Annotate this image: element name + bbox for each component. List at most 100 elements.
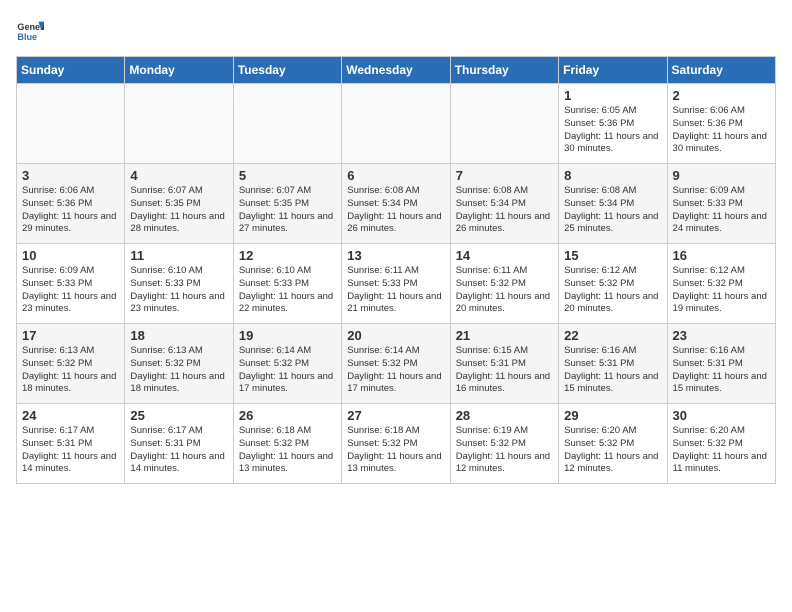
day-info: Sunrise: 6:07 AM Sunset: 5:35 PM Dayligh… — [239, 185, 336, 236]
day-info: Sunrise: 6:08 AM Sunset: 5:34 PM Dayligh… — [456, 185, 553, 236]
logo-icon: General Blue — [16, 16, 44, 44]
calendar-day-cell: 24 Sunrise: 6:17 AM Sunset: 5:31 PM Dayli… — [17, 404, 125, 484]
calendar-header-cell: Sunday — [17, 57, 125, 84]
day-number: 22 — [564, 328, 661, 343]
calendar-day-cell: 6 Sunrise: 6:08 AM Sunset: 5:34 PM Daylig… — [342, 164, 450, 244]
day-number: 29 — [564, 408, 661, 423]
day-number: 30 — [673, 408, 770, 423]
day-info: Sunrise: 6:16 AM Sunset: 5:31 PM Dayligh… — [673, 345, 770, 396]
day-number: 16 — [673, 248, 770, 263]
calendar-day-cell: 11 Sunrise: 6:10 AM Sunset: 5:33 PM Dayli… — [125, 244, 233, 324]
day-info: Sunrise: 6:20 AM Sunset: 5:32 PM Dayligh… — [564, 425, 661, 476]
page-header: General Blue — [16, 16, 776, 44]
day-info: Sunrise: 6:12 AM Sunset: 5:32 PM Dayligh… — [673, 265, 770, 316]
calendar-week-row: 10 Sunrise: 6:09 AM Sunset: 5:33 PM Dayli… — [17, 244, 776, 324]
day-number: 3 — [22, 168, 119, 183]
day-info: Sunrise: 6:13 AM Sunset: 5:32 PM Dayligh… — [22, 345, 119, 396]
day-number: 4 — [130, 168, 227, 183]
calendar-day-cell: 22 Sunrise: 6:16 AM Sunset: 5:31 PM Dayli… — [559, 324, 667, 404]
calendar-body: 1 Sunrise: 6:05 AM Sunset: 5:36 PM Daylig… — [17, 84, 776, 484]
day-info: Sunrise: 6:07 AM Sunset: 5:35 PM Dayligh… — [130, 185, 227, 236]
calendar-day-cell: 20 Sunrise: 6:14 AM Sunset: 5:32 PM Dayli… — [342, 324, 450, 404]
calendar-day-cell: 14 Sunrise: 6:11 AM Sunset: 5:32 PM Dayli… — [450, 244, 558, 324]
day-number: 10 — [22, 248, 119, 263]
day-number: 12 — [239, 248, 336, 263]
day-info: Sunrise: 6:18 AM Sunset: 5:32 PM Dayligh… — [239, 425, 336, 476]
day-number: 17 — [22, 328, 119, 343]
day-number: 19 — [239, 328, 336, 343]
day-info: Sunrise: 6:17 AM Sunset: 5:31 PM Dayligh… — [130, 425, 227, 476]
day-info: Sunrise: 6:05 AM Sunset: 5:36 PM Dayligh… — [564, 105, 661, 156]
calendar-week-row: 24 Sunrise: 6:17 AM Sunset: 5:31 PM Dayli… — [17, 404, 776, 484]
day-number: 14 — [456, 248, 553, 263]
calendar-header-cell: Saturday — [667, 57, 775, 84]
calendar-day-cell: 4 Sunrise: 6:07 AM Sunset: 5:35 PM Daylig… — [125, 164, 233, 244]
calendar-day-cell: 15 Sunrise: 6:12 AM Sunset: 5:32 PM Dayli… — [559, 244, 667, 324]
day-number: 11 — [130, 248, 227, 263]
calendar-header-cell: Wednesday — [342, 57, 450, 84]
day-number: 1 — [564, 88, 661, 103]
day-number: 8 — [564, 168, 661, 183]
day-number: 15 — [564, 248, 661, 263]
day-info: Sunrise: 6:11 AM Sunset: 5:32 PM Dayligh… — [456, 265, 553, 316]
calendar-header-row: SundayMondayTuesdayWednesdayThursdayFrid… — [17, 57, 776, 84]
calendar-day-cell: 5 Sunrise: 6:07 AM Sunset: 5:35 PM Daylig… — [233, 164, 341, 244]
calendar-day-cell — [233, 84, 341, 164]
calendar-day-cell: 8Sunrise: 6:08 AM Sunset: 5:34 PM Daylig… — [559, 164, 667, 244]
day-info: Sunrise: 6:14 AM Sunset: 5:32 PM Dayligh… — [239, 345, 336, 396]
calendar-day-cell: 27 Sunrise: 6:18 AM Sunset: 5:32 PM Dayli… — [342, 404, 450, 484]
day-info: Sunrise: 6:14 AM Sunset: 5:32 PM Dayligh… — [347, 345, 444, 396]
calendar-day-cell — [450, 84, 558, 164]
day-number: 21 — [456, 328, 553, 343]
calendar-day-cell: 17 Sunrise: 6:13 AM Sunset: 5:32 PM Dayli… — [17, 324, 125, 404]
calendar-header-cell: Monday — [125, 57, 233, 84]
calendar-day-cell: 12 Sunrise: 6:10 AM Sunset: 5:33 PM Dayli… — [233, 244, 341, 324]
calendar-day-cell — [342, 84, 450, 164]
calendar-day-cell: 25 Sunrise: 6:17 AM Sunset: 5:31 PM Dayli… — [125, 404, 233, 484]
day-number: 23 — [673, 328, 770, 343]
day-number: 27 — [347, 408, 444, 423]
day-info: Sunrise: 6:16 AM Sunset: 5:31 PM Dayligh… — [564, 345, 661, 396]
day-number: 2 — [673, 88, 770, 103]
day-info: Sunrise: 6:12 AM Sunset: 5:32 PM Dayligh… — [564, 265, 661, 316]
day-info: Sunrise: 6:09 AM Sunset: 5:33 PM Dayligh… — [673, 185, 770, 236]
calendar-header-cell: Thursday — [450, 57, 558, 84]
calendar-day-cell: 30 Sunrise: 6:20 AM Sunset: 5:32 PM Dayli… — [667, 404, 775, 484]
calendar-day-cell: 7Sunrise: 6:08 AM Sunset: 5:34 PM Daylig… — [450, 164, 558, 244]
calendar-day-cell — [17, 84, 125, 164]
day-number: 5 — [239, 168, 336, 183]
day-info: Sunrise: 6:20 AM Sunset: 5:32 PM Dayligh… — [673, 425, 770, 476]
calendar-day-cell: 16 Sunrise: 6:12 AM Sunset: 5:32 PM Dayli… — [667, 244, 775, 324]
calendar-day-cell: 26 Sunrise: 6:18 AM Sunset: 5:32 PM Dayli… — [233, 404, 341, 484]
calendar-day-cell: 18Sunrise: 6:13 AM Sunset: 5:32 PM Dayli… — [125, 324, 233, 404]
calendar-day-cell: 28Sunrise: 6:19 AM Sunset: 5:32 PM Dayli… — [450, 404, 558, 484]
calendar-day-cell: 9 Sunrise: 6:09 AM Sunset: 5:33 PM Daylig… — [667, 164, 775, 244]
calendar-day-cell: 21Sunrise: 6:15 AM Sunset: 5:31 PM Dayli… — [450, 324, 558, 404]
day-info: Sunrise: 6:08 AM Sunset: 5:34 PM Dayligh… — [347, 185, 444, 236]
day-info: Sunrise: 6:19 AM Sunset: 5:32 PM Dayligh… — [456, 425, 553, 476]
calendar-week-row: 17 Sunrise: 6:13 AM Sunset: 5:32 PM Dayli… — [17, 324, 776, 404]
svg-text:Blue: Blue — [17, 32, 37, 42]
calendar-header-cell: Tuesday — [233, 57, 341, 84]
calendar-header-cell: Friday — [559, 57, 667, 84]
day-number: 13 — [347, 248, 444, 263]
day-info: Sunrise: 6:10 AM Sunset: 5:33 PM Dayligh… — [130, 265, 227, 316]
calendar-day-cell: 2 Sunrise: 6:06 AM Sunset: 5:36 PM Daylig… — [667, 84, 775, 164]
day-info: Sunrise: 6:06 AM Sunset: 5:36 PM Dayligh… — [673, 105, 770, 156]
day-info: Sunrise: 6:09 AM Sunset: 5:33 PM Dayligh… — [22, 265, 119, 316]
day-info: Sunrise: 6:10 AM Sunset: 5:33 PM Dayligh… — [239, 265, 336, 316]
calendar-table: SundayMondayTuesdayWednesdayThursdayFrid… — [16, 56, 776, 484]
day-number: 26 — [239, 408, 336, 423]
calendar-day-cell: 13Sunrise: 6:11 AM Sunset: 5:33 PM Dayli… — [342, 244, 450, 324]
day-number: 25 — [130, 408, 227, 423]
day-info: Sunrise: 6:18 AM Sunset: 5:32 PM Dayligh… — [347, 425, 444, 476]
calendar-day-cell: 29 Sunrise: 6:20 AM Sunset: 5:32 PM Dayli… — [559, 404, 667, 484]
day-info: Sunrise: 6:06 AM Sunset: 5:36 PM Dayligh… — [22, 185, 119, 236]
day-info: Sunrise: 6:17 AM Sunset: 5:31 PM Dayligh… — [22, 425, 119, 476]
calendar-day-cell: 23 Sunrise: 6:16 AM Sunset: 5:31 PM Dayli… — [667, 324, 775, 404]
day-number: 20 — [347, 328, 444, 343]
day-number: 9 — [673, 168, 770, 183]
day-number: 24 — [22, 408, 119, 423]
day-number: 6 — [347, 168, 444, 183]
day-number: 18 — [130, 328, 227, 343]
